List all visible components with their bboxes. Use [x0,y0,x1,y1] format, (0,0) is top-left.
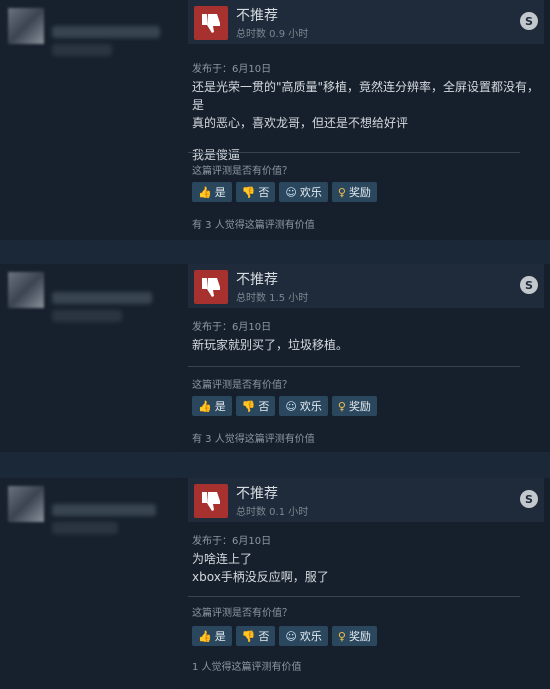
review-header[interactable]: 不推荐 总时数 0.1 小时 S [188,478,544,522]
review-card: 不推荐 总时数 1.5 小时 S 发布于：6月10日 新玩家就别买了，垃圾移植。… [0,264,550,452]
reviewer-name[interactable] [52,504,156,516]
vote-buttons: 👍 是 👎 否 ☺ 欢乐 ♀ 奖励 [192,626,377,646]
divider [188,596,520,597]
reviewer-panel [0,478,178,689]
review-line: xbox手柄没反应啊，服了 [192,570,329,584]
playtime: 总时数 0.1 小时 [236,507,309,518]
review-verdict: 不推荐 [236,272,278,288]
reviewer-meta [52,310,122,322]
button-label: 奖励 [348,186,371,199]
thumbs-up-icon: 👍 [198,185,212,199]
helpful-question: 这篇评测是否有价值？ [192,166,292,177]
playtime: 总时数 1.5 小时 [236,293,309,304]
review-body: 为啥连上了 xbox手柄没反应啊，服了 [192,550,542,586]
helpful-count: 1 人觉得这篇评测有价值 [192,662,302,673]
thumbs-down-icon [194,270,228,304]
thumbs-down-icon: 👎 [241,185,256,199]
helpful-question: 这篇评测是否有价值？ [192,380,292,391]
button-label: 否 [258,400,270,413]
vote-buttons: 👍 是 👎 否 ☺ 欢乐 ♀ 奖励 [192,182,377,202]
button-label: 否 [258,186,270,199]
award-button[interactable]: ♀ 奖励 [331,396,377,416]
vote-no-button[interactable]: 👎 否 [235,182,276,202]
avatar[interactable] [8,272,44,308]
thumbs-up-icon: 👍 [198,629,212,643]
helpful-question: 这篇评测是否有价值？ [192,608,292,619]
review-line [192,132,542,146]
avatar[interactable] [8,486,44,522]
button-label: 欢乐 [299,630,322,643]
reviewer-meta [52,44,112,56]
award-icon: ♀ [337,185,346,199]
smiley-icon: ☺ [285,629,297,643]
thumbs-down-icon [194,6,228,40]
review-card: 不推荐 总时数 0.1 小时 S 发布于：6月10日 为啥连上了 xbox手柄没… [0,478,550,689]
vote-no-button[interactable]: 👎 否 [235,626,276,646]
reviewer-name[interactable] [52,292,152,304]
button-label: 欢乐 [299,186,322,199]
vote-funny-button[interactable]: ☺ 欢乐 [279,396,328,416]
playtime: 总时数 0.9 小时 [236,29,309,40]
button-label: 是 [214,630,226,643]
reviewer-panel [0,0,178,240]
review-verdict: 不推荐 [236,8,278,24]
award-button[interactable]: ♀ 奖励 [331,182,377,202]
vote-yes-button[interactable]: 👍 是 [192,396,232,416]
posted-date: 发布于：6月10日 [192,322,272,333]
button-label: 奖励 [348,400,371,413]
vote-funny-button[interactable]: ☺ 欢乐 [279,182,328,202]
button-label: 欢乐 [299,400,322,413]
button-label: 否 [258,630,270,643]
button-label: 是 [214,400,226,413]
divider [188,366,520,367]
review-body: 新玩家就别买了，垃圾移植。 [192,336,542,354]
vote-no-button[interactable]: 👎 否 [235,396,276,416]
award-icon: ♀ [337,629,346,643]
award-icon: ♀ [337,399,346,413]
divider [188,152,520,153]
review-header[interactable]: 不推荐 总时数 0.9 小时 S [188,0,544,44]
review-header[interactable]: 不推荐 总时数 1.5 小时 S [188,264,544,308]
steam-logo-icon: S [520,490,538,508]
reviewer-panel [0,264,178,452]
reviewer-name[interactable] [52,26,160,38]
review-line: 新玩家就别买了，垃圾移植。 [192,338,349,352]
vote-funny-button[interactable]: ☺ 欢乐 [279,626,328,646]
thumbs-down-icon: 👎 [241,399,256,413]
vote-yes-button[interactable]: 👍 是 [192,182,232,202]
review-line: 为啥连上了 [192,552,253,566]
button-label: 是 [214,186,226,199]
vote-yes-button[interactable]: 👍 是 [192,626,232,646]
thumbs-down-icon [194,484,228,518]
steam-logo-icon: S [520,276,538,294]
posted-date: 发布于：6月10日 [192,536,272,547]
review-line: 真的恶心，喜欢龙哥，但还是不想给好评 [192,116,409,130]
thumbs-down-icon: 👎 [241,629,256,643]
posted-date: 发布于：6月10日 [192,64,272,75]
button-label: 奖励 [348,630,371,643]
review-line: 还是光荣一贯的"高质量"移植，竟然连分辨率，全屏设置都没有，是 [192,80,540,112]
helpful-count: 有 3 人觉得这篇评测有价值 [192,220,315,231]
award-button[interactable]: ♀ 奖励 [331,626,377,646]
review-verdict: 不推荐 [236,486,278,502]
smiley-icon: ☺ [285,399,297,413]
reviewer-meta [52,522,118,534]
smiley-icon: ☺ [285,185,297,199]
steam-logo-icon: S [520,12,538,30]
thumbs-up-icon: 👍 [198,399,212,413]
vote-buttons: 👍 是 👎 否 ☺ 欢乐 ♀ 奖励 [192,396,377,416]
avatar[interactable] [8,8,44,44]
helpful-count: 有 3 人觉得这篇评测有价值 [192,434,315,445]
review-card: 不推荐 总时数 0.9 小时 S 发布于：6月10日 还是光荣一贯的"高质量"移… [0,0,550,240]
